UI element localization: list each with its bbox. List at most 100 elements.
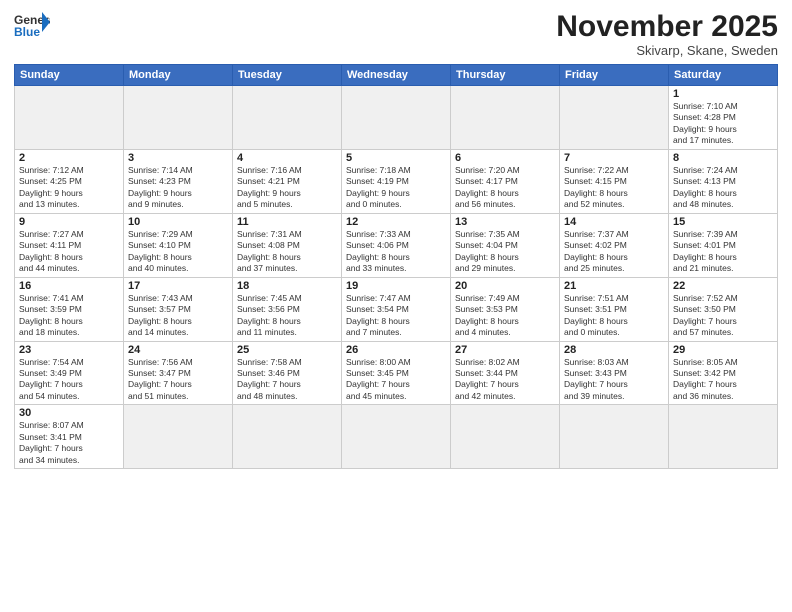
day-info: Sunrise: 7:20 AM Sunset: 4:17 PM Dayligh… <box>455 165 555 211</box>
table-row: 14Sunrise: 7:37 AM Sunset: 4:02 PM Dayli… <box>560 213 669 277</box>
table-row: 9Sunrise: 7:27 AM Sunset: 4:11 PM Daylig… <box>15 213 124 277</box>
table-row: 16Sunrise: 7:41 AM Sunset: 3:59 PM Dayli… <box>15 277 124 341</box>
day-number: 19 <box>346 280 446 292</box>
table-row: 15Sunrise: 7:39 AM Sunset: 4:01 PM Dayli… <box>669 213 778 277</box>
day-number: 6 <box>455 152 555 164</box>
day-number: 17 <box>128 280 228 292</box>
day-number: 3 <box>128 152 228 164</box>
table-row: 18Sunrise: 7:45 AM Sunset: 3:56 PM Dayli… <box>233 277 342 341</box>
header-saturday: Saturday <box>669 65 778 86</box>
table-row: 20Sunrise: 7:49 AM Sunset: 3:53 PM Dayli… <box>451 277 560 341</box>
day-number: 13 <box>455 216 555 228</box>
day-info: Sunrise: 7:24 AM Sunset: 4:13 PM Dayligh… <box>673 165 773 211</box>
table-row: 4Sunrise: 7:16 AM Sunset: 4:21 PM Daylig… <box>233 149 342 213</box>
table-row <box>560 86 669 150</box>
table-row: 1Sunrise: 7:10 AM Sunset: 4:28 PM Daylig… <box>669 86 778 150</box>
header-monday: Monday <box>124 65 233 86</box>
day-info: Sunrise: 7:27 AM Sunset: 4:11 PM Dayligh… <box>19 229 119 275</box>
calendar-page: General Blue November 2025 Skivarp, Skan… <box>0 0 792 612</box>
table-row: 12Sunrise: 7:33 AM Sunset: 4:06 PM Dayli… <box>342 213 451 277</box>
header-friday: Friday <box>560 65 669 86</box>
day-number: 28 <box>564 344 664 356</box>
calendar-week-row: 9Sunrise: 7:27 AM Sunset: 4:11 PM Daylig… <box>15 213 778 277</box>
table-row <box>233 86 342 150</box>
day-info: Sunrise: 7:45 AM Sunset: 3:56 PM Dayligh… <box>237 293 337 339</box>
day-number: 11 <box>237 216 337 228</box>
day-number: 27 <box>455 344 555 356</box>
day-number: 16 <box>19 280 119 292</box>
table-row: 7Sunrise: 7:22 AM Sunset: 4:15 PM Daylig… <box>560 149 669 213</box>
day-number: 18 <box>237 280 337 292</box>
day-info: Sunrise: 7:16 AM Sunset: 4:21 PM Dayligh… <box>237 165 337 211</box>
day-info: Sunrise: 7:37 AM Sunset: 4:02 PM Dayligh… <box>564 229 664 275</box>
weekday-header-row: Sunday Monday Tuesday Wednesday Thursday… <box>15 65 778 86</box>
day-info: Sunrise: 7:39 AM Sunset: 4:01 PM Dayligh… <box>673 229 773 275</box>
day-number: 7 <box>564 152 664 164</box>
day-number: 4 <box>237 152 337 164</box>
day-info: Sunrise: 8:05 AM Sunset: 3:42 PM Dayligh… <box>673 357 773 403</box>
day-number: 12 <box>346 216 446 228</box>
table-row: 17Sunrise: 7:43 AM Sunset: 3:57 PM Dayli… <box>124 277 233 341</box>
calendar-week-row: 1Sunrise: 7:10 AM Sunset: 4:28 PM Daylig… <box>15 86 778 150</box>
header-wednesday: Wednesday <box>342 65 451 86</box>
day-info: Sunrise: 7:47 AM Sunset: 3:54 PM Dayligh… <box>346 293 446 339</box>
day-info: Sunrise: 7:41 AM Sunset: 3:59 PM Dayligh… <box>19 293 119 339</box>
day-number: 20 <box>455 280 555 292</box>
day-number: 9 <box>19 216 119 228</box>
day-info: Sunrise: 7:43 AM Sunset: 3:57 PM Dayligh… <box>128 293 228 339</box>
table-row: 25Sunrise: 7:58 AM Sunset: 3:46 PM Dayli… <box>233 341 342 405</box>
table-row: 3Sunrise: 7:14 AM Sunset: 4:23 PM Daylig… <box>124 149 233 213</box>
day-info: Sunrise: 7:58 AM Sunset: 3:46 PM Dayligh… <box>237 357 337 403</box>
day-info: Sunrise: 8:07 AM Sunset: 3:41 PM Dayligh… <box>19 420 119 466</box>
table-row: 23Sunrise: 7:54 AM Sunset: 3:49 PM Dayli… <box>15 341 124 405</box>
day-info: Sunrise: 7:18 AM Sunset: 4:19 PM Dayligh… <box>346 165 446 211</box>
day-info: Sunrise: 8:02 AM Sunset: 3:44 PM Dayligh… <box>455 357 555 403</box>
calendar-week-row: 30Sunrise: 8:07 AM Sunset: 3:41 PM Dayli… <box>15 405 778 469</box>
day-info: Sunrise: 7:35 AM Sunset: 4:04 PM Dayligh… <box>455 229 555 275</box>
day-info: Sunrise: 7:29 AM Sunset: 4:10 PM Dayligh… <box>128 229 228 275</box>
table-row <box>124 86 233 150</box>
table-row: 22Sunrise: 7:52 AM Sunset: 3:50 PM Dayli… <box>669 277 778 341</box>
table-row <box>560 405 669 469</box>
table-row: 13Sunrise: 7:35 AM Sunset: 4:04 PM Dayli… <box>451 213 560 277</box>
day-number: 14 <box>564 216 664 228</box>
day-info: Sunrise: 8:00 AM Sunset: 3:45 PM Dayligh… <box>346 357 446 403</box>
day-number: 22 <box>673 280 773 292</box>
day-number: 21 <box>564 280 664 292</box>
table-row: 24Sunrise: 7:56 AM Sunset: 3:47 PM Dayli… <box>124 341 233 405</box>
calendar-week-row: 16Sunrise: 7:41 AM Sunset: 3:59 PM Dayli… <box>15 277 778 341</box>
day-number: 8 <box>673 152 773 164</box>
day-info: Sunrise: 7:56 AM Sunset: 3:47 PM Dayligh… <box>128 357 228 403</box>
day-number: 25 <box>237 344 337 356</box>
day-number: 26 <box>346 344 446 356</box>
day-info: Sunrise: 8:03 AM Sunset: 3:43 PM Dayligh… <box>564 357 664 403</box>
day-info: Sunrise: 7:22 AM Sunset: 4:15 PM Dayligh… <box>564 165 664 211</box>
table-row <box>342 405 451 469</box>
day-number: 30 <box>19 407 119 419</box>
day-number: 5 <box>346 152 446 164</box>
table-row: 30Sunrise: 8:07 AM Sunset: 3:41 PM Dayli… <box>15 405 124 469</box>
day-info: Sunrise: 7:12 AM Sunset: 4:25 PM Dayligh… <box>19 165 119 211</box>
page-header: General Blue November 2025 Skivarp, Skan… <box>14 10 778 58</box>
title-block: November 2025 Skivarp, Skane, Sweden <box>556 10 778 58</box>
header-tuesday: Tuesday <box>233 65 342 86</box>
location: Skivarp, Skane, Sweden <box>556 43 778 58</box>
day-info: Sunrise: 7:49 AM Sunset: 3:53 PM Dayligh… <box>455 293 555 339</box>
calendar-week-row: 2Sunrise: 7:12 AM Sunset: 4:25 PM Daylig… <box>15 149 778 213</box>
table-row: 2Sunrise: 7:12 AM Sunset: 4:25 PM Daylig… <box>15 149 124 213</box>
day-number: 1 <box>673 88 773 100</box>
day-number: 10 <box>128 216 228 228</box>
table-row <box>451 405 560 469</box>
logo: General Blue <box>14 10 50 40</box>
table-row: 8Sunrise: 7:24 AM Sunset: 4:13 PM Daylig… <box>669 149 778 213</box>
table-row: 5Sunrise: 7:18 AM Sunset: 4:19 PM Daylig… <box>342 149 451 213</box>
header-sunday: Sunday <box>15 65 124 86</box>
day-info: Sunrise: 7:31 AM Sunset: 4:08 PM Dayligh… <box>237 229 337 275</box>
table-row <box>451 86 560 150</box>
day-number: 24 <box>128 344 228 356</box>
table-row: 27Sunrise: 8:02 AM Sunset: 3:44 PM Dayli… <box>451 341 560 405</box>
day-info: Sunrise: 7:52 AM Sunset: 3:50 PM Dayligh… <box>673 293 773 339</box>
table-row: 26Sunrise: 8:00 AM Sunset: 3:45 PM Dayli… <box>342 341 451 405</box>
header-thursday: Thursday <box>451 65 560 86</box>
table-row: 19Sunrise: 7:47 AM Sunset: 3:54 PM Dayli… <box>342 277 451 341</box>
